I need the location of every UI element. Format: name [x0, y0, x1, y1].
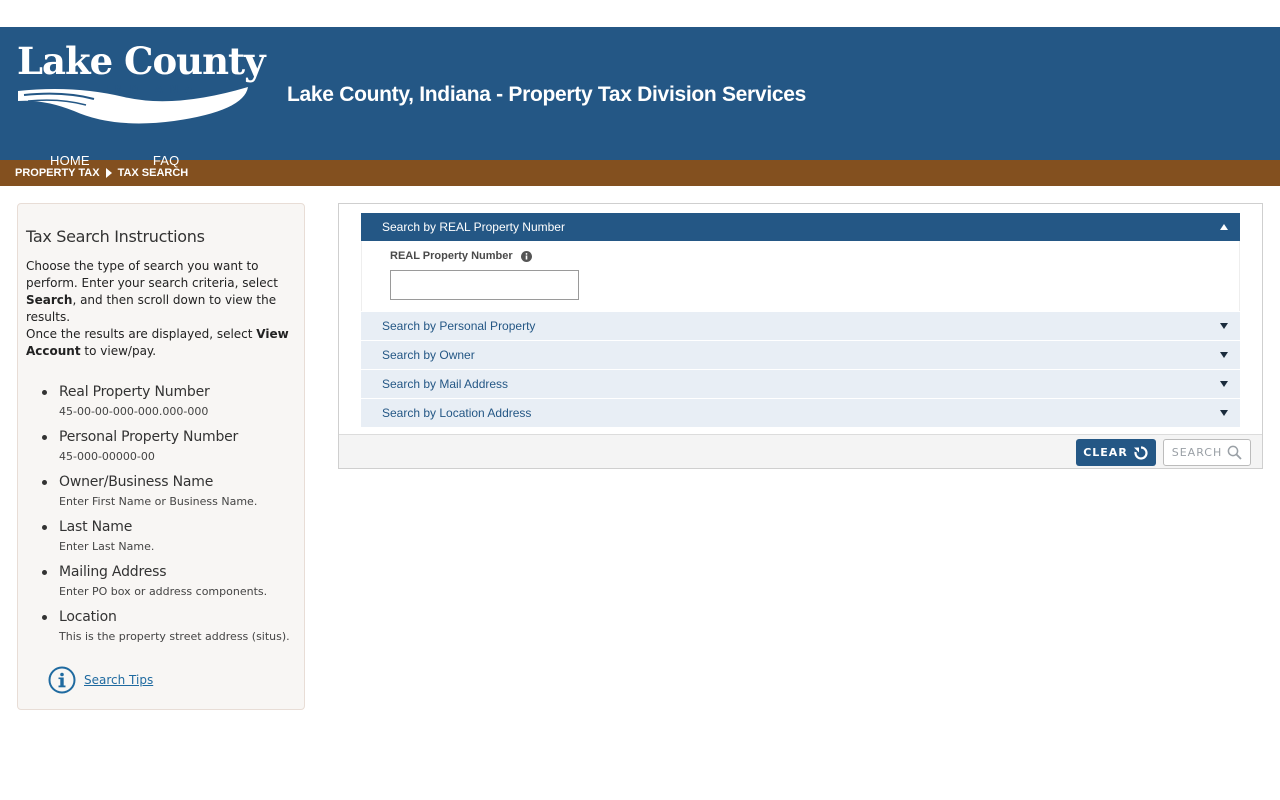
logo-wordmark: Lake County	[17, 39, 266, 83]
list-item-desc: Enter First Name or Business Name.	[59, 495, 258, 508]
info-circle-icon[interactable]	[48, 666, 76, 694]
logo-state: INDIANA	[104, 83, 199, 96]
list-item-title: Real Property Number	[59, 384, 210, 400]
instructions-text-part: Choose the type of search you want to pe…	[26, 259, 278, 290]
real-property-label: REAL Property Number	[390, 250, 532, 262]
accordion-owner[interactable]: Search by Owner	[361, 340, 1240, 369]
list-item: Location This is the property street addr…	[40, 608, 296, 647]
expand-arrow-icon	[1220, 352, 1228, 358]
breadcrumb-tax-search: TAX SEARCH	[117, 167, 189, 179]
list-item-desc: Enter Last Name.	[59, 540, 155, 553]
clear-button[interactable]: CLEAR	[1076, 439, 1156, 466]
breadcrumb-arrow-icon	[105, 168, 112, 178]
list-item-title: Mailing Address	[59, 564, 167, 580]
accordion-real-property-body: REAL Property Number	[361, 241, 1240, 311]
accordion-row-label: Search by Mail Address	[382, 377, 509, 391]
real-property-label-text: REAL Property Number	[390, 250, 513, 262]
refresh-icon	[1133, 445, 1148, 460]
accordion-row-label: Search by Location Address	[382, 406, 532, 420]
list-item-title: Last Name	[59, 519, 133, 535]
clear-button-label: CLEAR	[1083, 446, 1128, 459]
accordion-location-address[interactable]: Search by Location Address	[361, 398, 1240, 427]
list-item-title: Personal Property Number	[59, 429, 239, 445]
search-types-list: Real Property Number 45-00-00-000-000.000…	[26, 383, 296, 647]
collapse-arrow-icon	[1220, 224, 1228, 230]
expand-arrow-icon	[1220, 323, 1228, 329]
accordion-row-label: Search by Owner	[382, 348, 475, 362]
breadcrumb-property-tax[interactable]: PROPERTY TAX	[15, 167, 100, 179]
search-panel: Search by REAL Property Number REAL Prop…	[338, 203, 1263, 469]
page-title: Lake County, Indiana - Property Tax Divi…	[287, 83, 806, 106]
accordion-row-label: Search by Personal Property	[382, 319, 536, 333]
accordion-personal-property[interactable]: Search by Personal Property	[361, 311, 1240, 340]
list-item: Owner/Business Name Enter First Name or B…	[40, 473, 296, 512]
search-tips-link[interactable]: Search Tips	[84, 673, 153, 687]
search-button[interactable]: SEARCH	[1163, 439, 1251, 466]
info-icon[interactable]	[520, 250, 532, 262]
accordion-real-property-header[interactable]: Search by REAL Property Number	[361, 213, 1240, 241]
instructions-panel: Tax Search Instructions Choose the type …	[17, 203, 305, 710]
site-header: Lake County INDIANA Lake County, Indiana…	[0, 27, 1280, 168]
list-item: Mailing Address Enter PO box or address c…	[40, 563, 296, 602]
instructions-text: Choose the type of search you want to pe…	[26, 258, 296, 360]
expand-arrow-icon	[1220, 410, 1228, 416]
nav-home-link[interactable]: HOME	[50, 153, 90, 168]
accordion-mail-address[interactable]: Search by Mail Address	[361, 369, 1240, 398]
list-item: Personal Property Number 45-000-00000-00	[40, 428, 296, 467]
breadcrumb: PROPERTY TAX TAX SEARCH	[0, 160, 1280, 186]
instructions-bold-search: Search	[26, 293, 73, 307]
instructions-text-part: Once the results are displayed, select	[26, 327, 257, 341]
search-icon	[1227, 445, 1242, 460]
top-spacer	[0, 0, 1280, 27]
search-accordion: Search by REAL Property Number REAL Prop…	[361, 213, 1240, 427]
list-item: Real Property Number 45-00-00-000-000.000…	[40, 383, 296, 422]
list-item-title: Location	[59, 609, 117, 625]
accordion-header-label: Search by REAL Property Number	[382, 220, 565, 234]
main-nav: HOME FAQ	[50, 153, 179, 168]
search-tips: Search Tips	[48, 666, 153, 694]
list-item-title: Owner/Business Name	[59, 474, 214, 490]
instructions-text-part: to view/pay.	[80, 344, 157, 358]
list-item-desc: Enter PO box or address components.	[59, 585, 268, 598]
search-actions-bar: CLEAR SEARCH	[339, 434, 1262, 468]
list-item-desc: 45-000-00000-00	[59, 450, 155, 463]
list-item: Last Name Enter Last Name.	[40, 518, 296, 557]
expand-arrow-icon	[1220, 381, 1228, 387]
real-property-number-input[interactable]	[390, 270, 579, 300]
list-item-desc: This is the property street address (sit…	[59, 630, 290, 643]
list-item-desc: 45-00-00-000-000.000-000	[59, 405, 209, 418]
lake-county-logo[interactable]: Lake County INDIANA	[14, 39, 266, 131]
nav-faq-link[interactable]: FAQ	[153, 153, 180, 168]
search-button-label: SEARCH	[1171, 446, 1223, 459]
instructions-title: Tax Search Instructions	[26, 227, 205, 246]
